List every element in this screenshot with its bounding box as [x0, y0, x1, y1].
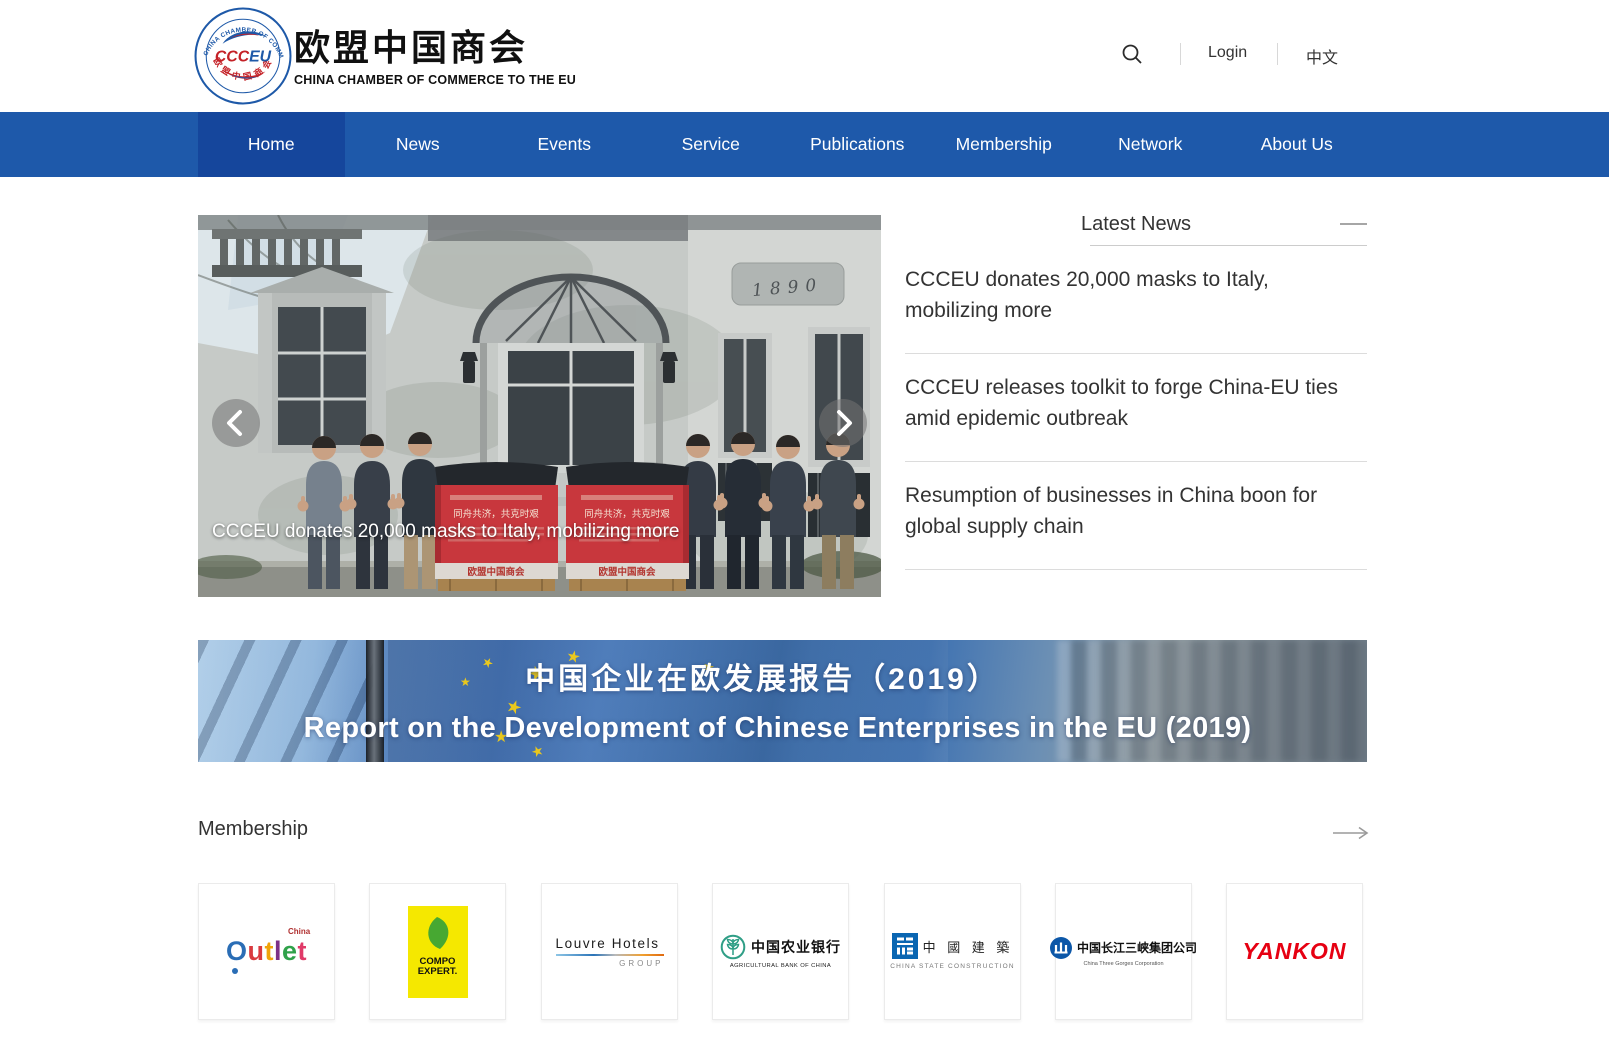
search-icon[interactable] [1121, 43, 1143, 65]
donation-box-label: 欧盟中国商会 [598, 566, 656, 578]
louvre-gradient-line [556, 954, 664, 956]
tab-membership[interactable]: Membership [931, 112, 1078, 177]
member-logo-yankon[interactable]: YANKON [1226, 883, 1363, 1020]
membership-section-title: Membership [198, 818, 308, 841]
member-logo-compo-expert[interactable]: COMPO EXPERT. [369, 883, 506, 1020]
latest-news-title: Latest News [905, 212, 1367, 236]
member-logo-china-state-construction[interactable]: 中 國 建 築 CHINA STATE CONSTRUCTION [884, 883, 1021, 1020]
outlet-dot [232, 968, 238, 974]
hero-carousel[interactable]: 1890 [198, 215, 881, 597]
report-banner[interactable]: ★ ★ ★ ★ ★ ★ ★ ★ 中国企业在欧发展报告（2019） Report … [198, 640, 1367, 762]
member-logo-louvre-hotels[interactable]: Louvre Hotels GROUP [541, 883, 678, 1020]
latest-news-section: Latest News CCCEU donates 20,000 masks t… [905, 212, 1367, 570]
site-logo[interactable]: CHINA CHAMBER OF COMMERCE TO THE EU 欧盟中国… [194, 7, 554, 105]
csc-logo: 中 國 建 築 CHINA STATE CONSTRUCTION [890, 933, 1015, 970]
year-cartouche: 1890 [732, 263, 844, 305]
main-nav: Home News Events Service Publications Me… [0, 112, 1609, 177]
news-item[interactable]: CCCEU releases toolkit to forge China-EU… [905, 354, 1367, 462]
news-list: CCCEU donates 20,000 masks to Italy, mob… [905, 246, 1367, 570]
logo-badge-text: CCCEU [215, 49, 272, 66]
left-window [250, 267, 394, 453]
ccceu-homepage: CHINA CHAMBER OF COMMERCE TO THE EU 欧盟中国… [0, 0, 1609, 1060]
report-title-cn: 中国企业在欧发展报告（2019） [198, 654, 1327, 698]
membership-more-arrow-icon[interactable] [1333, 826, 1369, 840]
donation-box-label: 欧盟中国商会 [467, 566, 525, 578]
language-switch[interactable]: 中文 [1306, 44, 1338, 68]
entrance-canopy [476, 277, 666, 467]
donation-box-slogan: 同舟共济，共克时艰 [453, 508, 539, 520]
news-item[interactable]: CCCEU donates 20,000 masks to Italy, mob… [905, 246, 1367, 354]
logo-subtitle-en: CHINA CHAMBER OF COMMERCE TO THE EU [294, 73, 594, 87]
carousel-prev-button[interactable] [212, 399, 260, 447]
louvre-hotels-logo: Louvre Hotels GROUP [556, 936, 664, 968]
tab-about-us[interactable]: About Us [1224, 112, 1371, 177]
member-logo-china-three-gorges[interactable]: 中国长江三峡集团公司 China Three Gorges Corporatio… [1055, 883, 1192, 1020]
compo-expert-logo: COMPO EXPERT. [408, 906, 468, 998]
abc-wheat-icon [720, 934, 746, 960]
tab-news[interactable]: News [345, 112, 492, 177]
news-item[interactable]: Resumption of businesses in China boon f… [905, 462, 1367, 570]
tab-service[interactable]: Service [638, 112, 785, 177]
header-divider [1277, 43, 1278, 65]
site-header: CHINA CHAMBER OF COMMERCE TO THE EU 欧盟中国… [0, 0, 1609, 112]
chevron-left-icon [212, 399, 260, 447]
ccceu-logo-badge-icon: CHINA CHAMBER OF COMMERCE TO THE EU 欧盟中国… [194, 7, 292, 105]
donation-box-slogan: 同舟共济，共克时艰 [584, 508, 670, 520]
chevron-right-icon [819, 399, 867, 447]
carousel-next-button[interactable] [819, 399, 867, 447]
outlet-superscript: China [288, 927, 310, 936]
tab-home[interactable]: Home [198, 112, 345, 177]
yankon-logo: YANKON [1243, 938, 1347, 965]
logo-title-cn: 欧盟中国商会 [294, 27, 594, 69]
member-logo-outlet-china[interactable]: Outlet China [198, 883, 335, 1020]
ctg-logo: 中国长江三峡集团公司 China Three Gorges Corporatio… [1050, 937, 1197, 967]
tab-events[interactable]: Events [491, 112, 638, 177]
more-dash-icon[interactable] [1340, 223, 1367, 225]
carousel-caption: CCCEU donates 20,000 masks to Italy, mob… [212, 521, 862, 543]
ctg-dam-icon [1050, 937, 1072, 959]
member-logo-agricultural-bank-of-china[interactable]: 中国农业银行 AGRICULTURAL BANK OF CHINA [712, 883, 849, 1020]
tab-publications[interactable]: Publications [784, 112, 931, 177]
tab-network[interactable]: Network [1077, 112, 1224, 177]
abc-logo: 中国农业银行 AGRICULTURAL BANK OF CHINA [720, 934, 841, 969]
login-link[interactable]: Login [1208, 44, 1247, 62]
outlet-china-logo: Outlet China [226, 936, 307, 967]
leaf-icon [421, 916, 455, 952]
logo-wordmark: 欧盟中国商会 CHINA CHAMBER OF COMMERCE TO THE … [294, 27, 594, 87]
header-divider [1180, 43, 1181, 65]
nav-items: Home News Events Service Publications Me… [198, 112, 1370, 177]
report-title-en: Report on the Development of Chinese Ent… [198, 712, 1357, 745]
csc-seal-icon [892, 933, 918, 959]
